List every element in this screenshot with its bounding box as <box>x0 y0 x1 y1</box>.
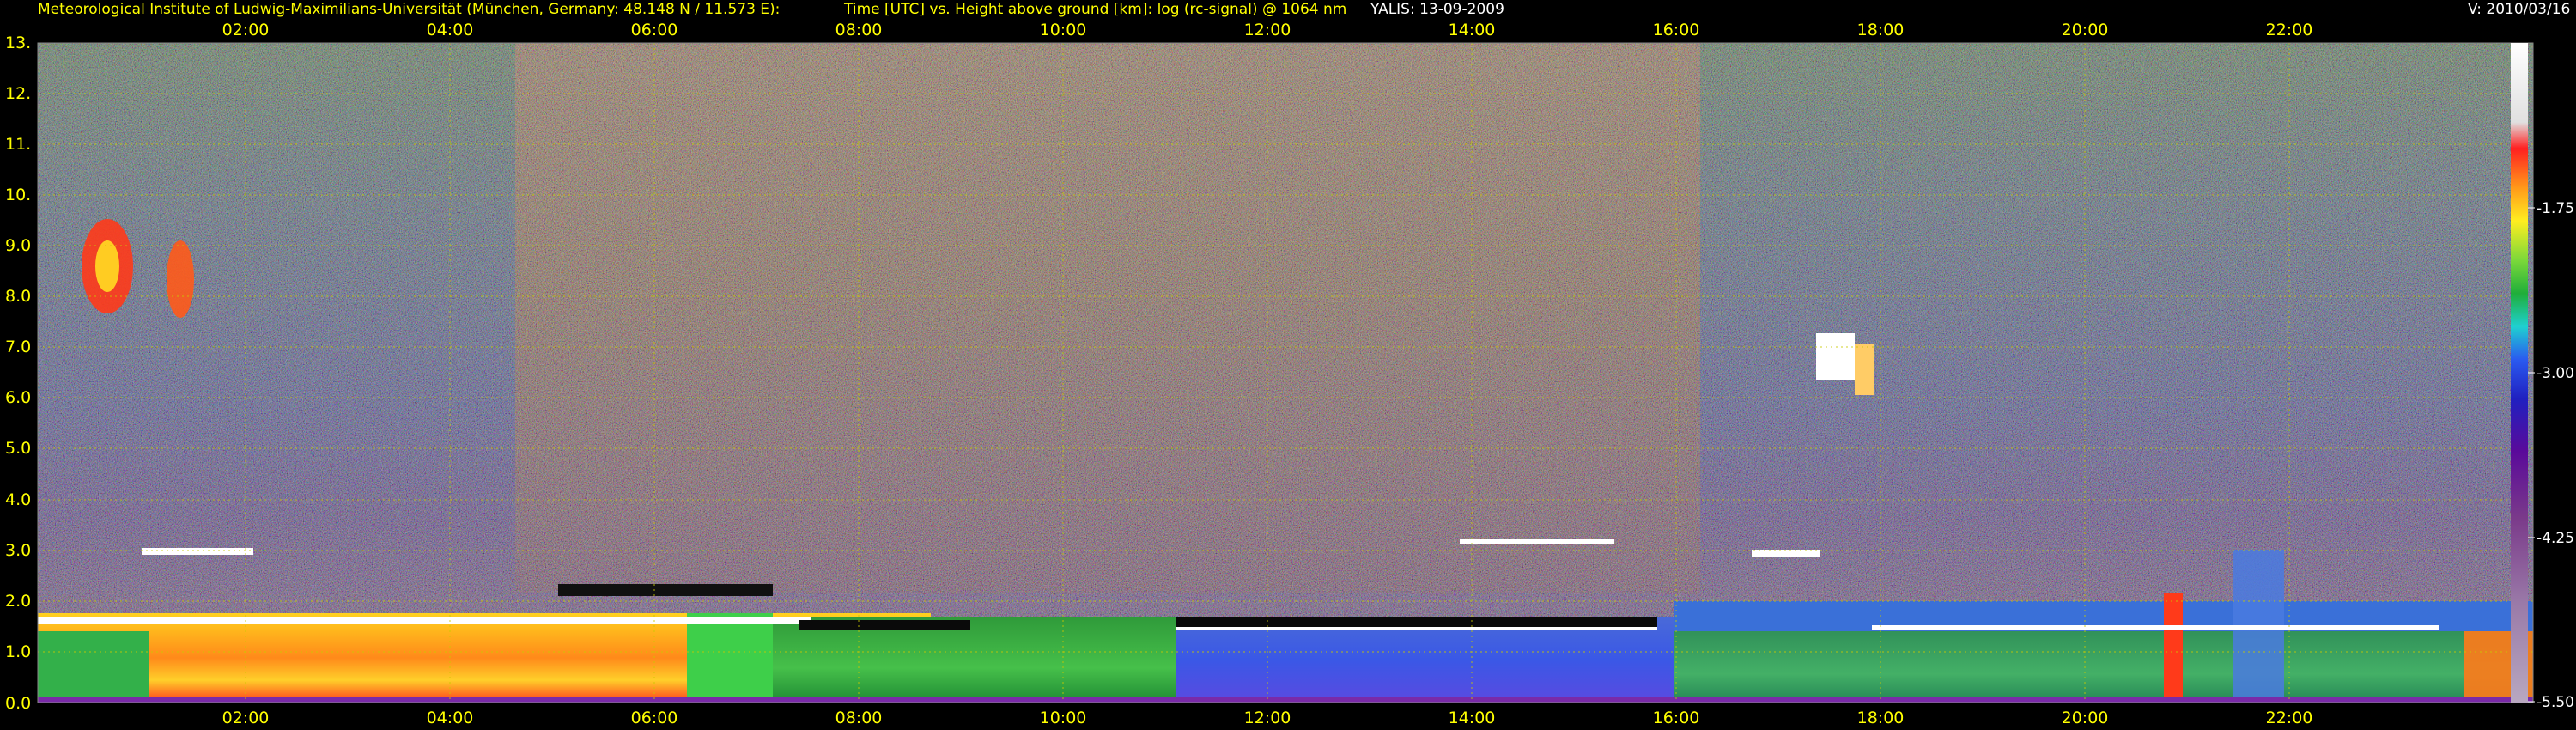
x-tick-label: 06:00 <box>631 21 678 40</box>
y-tick-label: 7.0 <box>5 338 31 356</box>
x-tick-label: 10:00 <box>1040 709 1087 727</box>
y-tick-label: 5.0 <box>5 439 31 458</box>
colorbar-tick-label: -3.00 <box>2537 365 2574 382</box>
x-tick-label: 22:00 <box>2266 709 2313 727</box>
y-tick-label: 6.0 <box>5 388 31 407</box>
y-tick-label: 11. <box>5 135 31 154</box>
x-ticks-bottom: 02:00 04:00 06:00 08:00 10:00 12:00 14:0… <box>222 709 2313 727</box>
y-tick-label: 12. <box>5 84 31 103</box>
lidar-chart: 02:00 04:00 06:00 08:00 10:00 12:00 14:0… <box>5 21 2574 727</box>
x-tick-label: 08:00 <box>835 709 883 727</box>
x-tick-label: 12:00 <box>1244 709 1291 727</box>
x-tick-label: 08:00 <box>835 21 883 40</box>
x-tick-label: 16:00 <box>1653 21 1700 40</box>
x-tick-label: 20:00 <box>2062 21 2109 40</box>
x-tick-label: 02:00 <box>222 709 270 727</box>
y-ticks: 0.0 1.0 2.0 3.0 4.0 5.0 6.0 7.0 8.0 9.0 … <box>5 33 31 713</box>
x-tick-label: 10:00 <box>1040 21 1087 40</box>
y-tick-label: 1.0 <box>5 642 31 661</box>
x-tick-label: 14:00 <box>1449 709 1496 727</box>
y-tick-label: 2.0 <box>5 592 31 611</box>
colorbar-tick-label: -4.25 <box>2537 530 2574 547</box>
x-tick-label: 14:00 <box>1449 21 1496 40</box>
x-tick-label: 04:00 <box>427 21 474 40</box>
x-tick-label: 12:00 <box>1244 21 1291 40</box>
y-tick-label: 4.0 <box>5 490 31 509</box>
y-tick-label: 3.0 <box>5 541 31 560</box>
colorbar-tick-label: -5.50 <box>2537 694 2574 711</box>
x-tick-label: 02:00 <box>222 21 270 40</box>
colorbar-tick-label: -1.75 <box>2537 200 2574 217</box>
x-tick-label: 18:00 <box>1857 709 1905 727</box>
x-tick-label: 04:00 <box>427 709 474 727</box>
colorbar-gradient <box>2511 43 2528 703</box>
y-tick-label: 13. <box>5 33 31 52</box>
x-tick-label: 22:00 <box>2266 21 2313 40</box>
x-ticks-top: 02:00 04:00 06:00 08:00 10:00 12:00 14:0… <box>222 21 2313 40</box>
y-tick-label: 9.0 <box>5 236 31 255</box>
x-tick-label: 16:00 <box>1653 709 1700 727</box>
colorbar: -1.75 -3.00 -4.25 -5.50 <box>2511 43 2574 711</box>
x-tick-label: 20:00 <box>2062 709 2109 727</box>
y-tick-label: 8.0 <box>5 287 31 306</box>
y-tick-label: 10. <box>5 186 31 204</box>
x-tick-label: 18:00 <box>1857 21 1905 40</box>
signal-image <box>38 43 2533 703</box>
x-tick-label: 06:00 <box>631 709 678 727</box>
y-tick-label: 0.0 <box>5 694 31 713</box>
